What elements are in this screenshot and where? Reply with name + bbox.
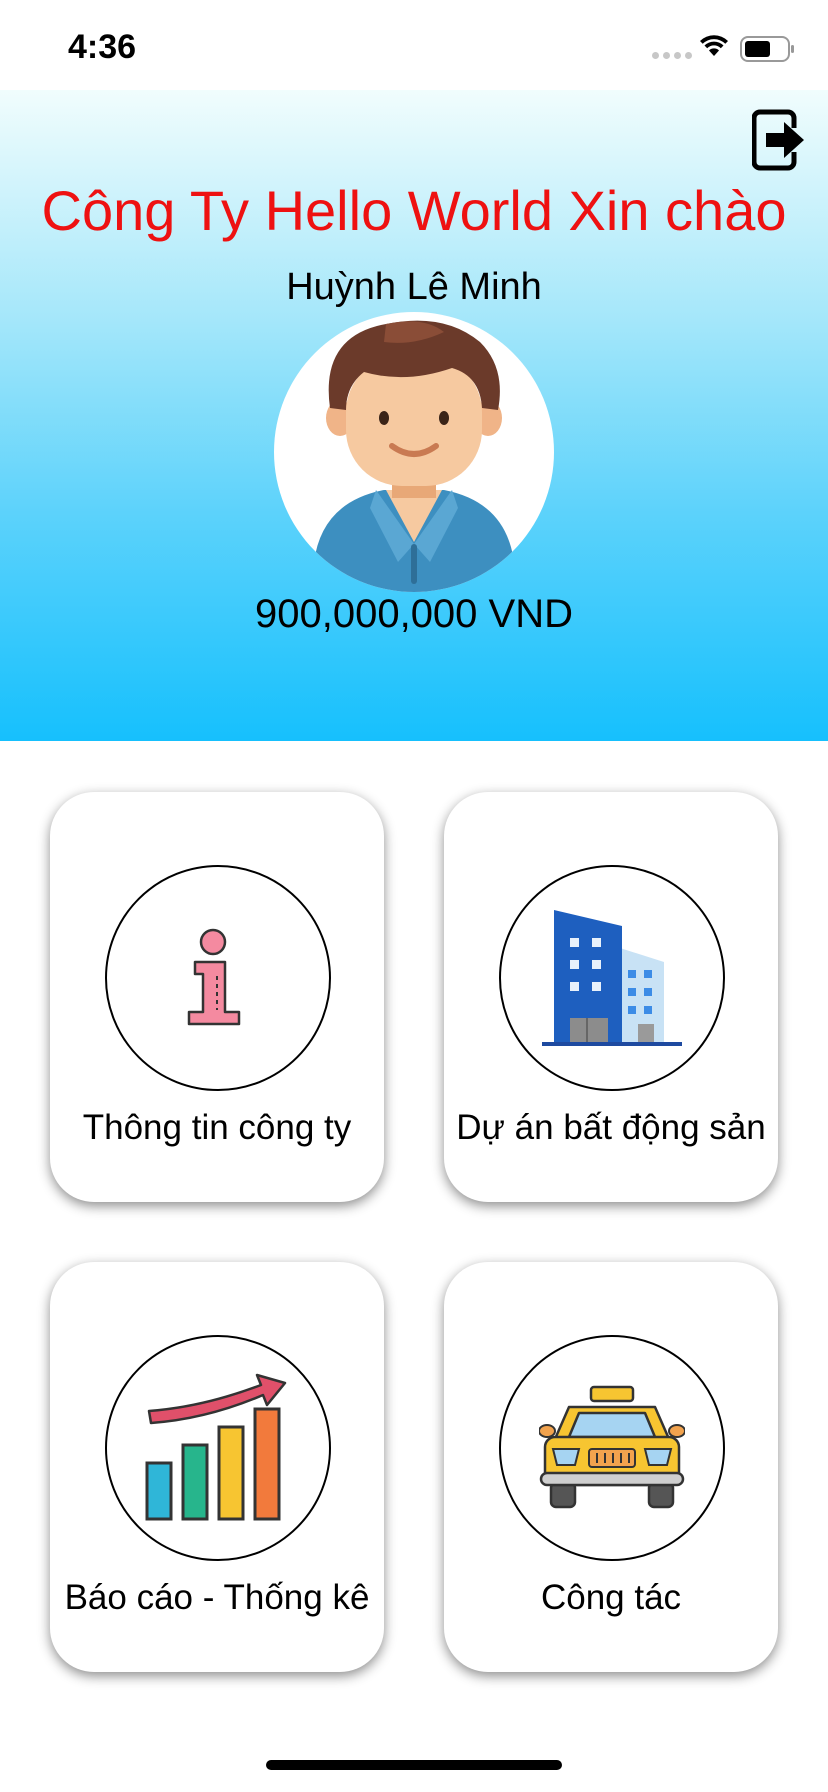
icon-circle <box>105 1335 331 1561</box>
wifi-icon <box>700 35 728 56</box>
menu-card-label: Báo cáo - Thống kê <box>64 1578 370 1617</box>
menu-card-label: Dự án bất động sản <box>456 1108 766 1147</box>
status-time: 4:36 <box>68 28 137 66</box>
info-icon <box>187 928 241 1026</box>
taxi-icon <box>539 1385 685 1509</box>
building-icon <box>542 910 682 1046</box>
home-screen: 4:36 Công Ty Hello World Xin chào Huỳnh … <box>0 0 828 1792</box>
logout-button[interactable] <box>751 108 806 172</box>
user-name: Huỳnh Lê Minh <box>286 266 542 308</box>
icon-circle <box>105 865 331 1091</box>
menu-card-reports-statistics[interactable]: Báo cáo - Thống kê <box>50 1262 384 1672</box>
cellular-signal-icon <box>652 52 692 59</box>
menu-card-label: Thông tin công ty <box>82 1108 352 1147</box>
profile-header: Công Ty Hello World Xin chào Huỳnh Lê Mi… <box>0 90 828 741</box>
icon-circle <box>499 1335 725 1561</box>
account-balance: 900,000,000 VND <box>254 592 573 636</box>
company-title: Công Ty Hello World Xin chào <box>41 179 787 242</box>
home-indicator <box>266 1760 562 1770</box>
logout-icon <box>751 109 804 171</box>
status-bar: 4:36 <box>0 0 828 90</box>
battery-icon <box>740 36 794 62</box>
avatar <box>274 312 554 592</box>
menu-card-business-trip[interactable]: Công tác <box>444 1262 778 1672</box>
bar-chart-icon <box>145 1373 287 1521</box>
icon-circle <box>499 865 725 1091</box>
male-avatar-icon <box>314 320 514 592</box>
menu-card-company-info[interactable]: Thông tin công ty <box>50 792 384 1202</box>
menu-card-label: Công tác <box>540 1578 682 1617</box>
menu-card-real-estate-projects[interactable]: Dự án bất động sản <box>444 792 778 1202</box>
